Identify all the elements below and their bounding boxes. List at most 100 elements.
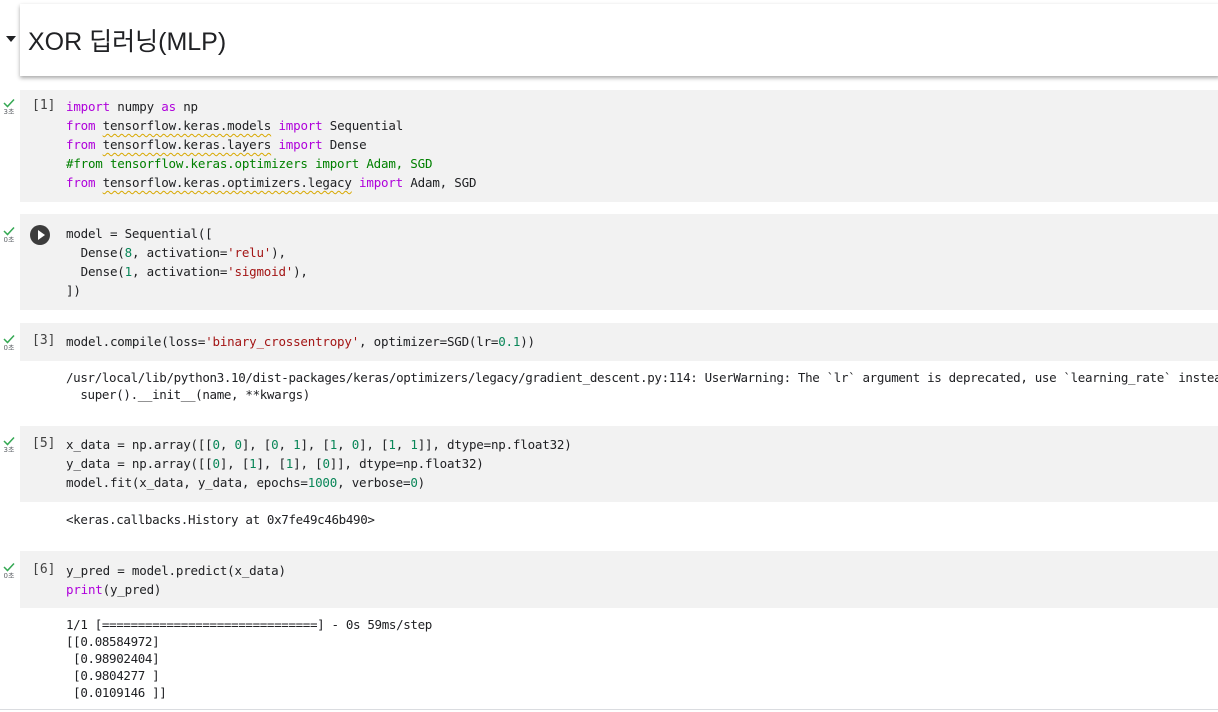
code-token: tensorflow.keras.models: [102, 118, 272, 133]
code-token: model = Sequential([: [66, 226, 213, 241]
code-token: tensorflow.keras.optimizers.legacy: [102, 175, 352, 190]
code-line: print(y_pred): [66, 580, 286, 599]
execution-time: 3초: [3, 108, 15, 116]
cell-status: 0초: [0, 226, 18, 244]
code-line: y_pred = model.predict(x_data): [66, 561, 286, 580]
code-token: model.compile(loss=: [66, 334, 206, 349]
code-token: Dense(: [66, 245, 125, 260]
cell-output: 1/1 [==============================] - 0…: [66, 617, 432, 700]
code-token: 0: [410, 475, 418, 490]
code-token: ]): [66, 283, 81, 298]
code-token: ,: [395, 437, 411, 452]
code-token: ], [: [256, 456, 286, 471]
code-token: , activation=: [131, 245, 228, 260]
execution-count: [5]: [32, 436, 56, 451]
code-token: 0: [234, 437, 243, 452]
code-token: from: [66, 175, 96, 190]
execution-time: 0초: [3, 572, 15, 580]
code-token: Dense: [322, 137, 367, 152]
code-token: np: [175, 99, 198, 114]
code-token: numpy: [109, 99, 162, 114]
code-token: ),: [271, 245, 286, 260]
code-token: import: [278, 137, 323, 152]
cell-status: 0초: [0, 562, 18, 580]
run-cell-button[interactable]: [30, 225, 50, 245]
code-line: model.fit(x_data, y_data, epochs=1000, v…: [66, 473, 572, 492]
code-line: x_data = np.array([[0, 0], [0, 1], [1, 0…: [66, 435, 572, 454]
code-token: ], [: [241, 437, 272, 452]
code-token: 1: [329, 437, 338, 452]
code-line: Dense(8, activation='relu'),: [66, 243, 308, 262]
code-token: 0.1: [498, 334, 521, 349]
code-token: 'sigmoid': [227, 264, 294, 279]
code-token: 0: [322, 456, 330, 471]
code-line: #from tensorflow.keras.optimizers import…: [66, 154, 476, 173]
code-token: Dense(: [66, 264, 125, 279]
code-token: x_data = np.array([[: [66, 437, 213, 452]
code-editor[interactable]: model.compile(loss='binary_crossentropy'…: [66, 332, 535, 351]
code-token: ]], dtype=np.float32): [329, 456, 484, 471]
code-token: ,: [219, 437, 235, 452]
check-icon: [3, 436, 15, 446]
code-line: from tensorflow.keras.layers import Dens…: [66, 135, 476, 154]
check-icon: [3, 226, 15, 236]
execution-count: [6]: [32, 562, 56, 577]
code-token: 1000: [307, 475, 338, 490]
section-header[interactable]: XOR 딥러닝(MLP): [6, 4, 1218, 76]
code-token: )): [520, 334, 535, 349]
code-token: ),: [293, 264, 308, 279]
code-token: y_data = np.array([[: [66, 456, 213, 471]
code-token: from: [66, 137, 96, 152]
code-token: ], [: [293, 456, 323, 471]
code-token: print: [66, 582, 103, 597]
code-token: ,: [337, 437, 352, 452]
code-token: 0: [351, 437, 360, 452]
code-line: model.compile(loss='binary_crossentropy'…: [66, 332, 535, 351]
code-token: y_pred = model.predict(x_data): [66, 563, 286, 578]
code-token: ], [: [300, 437, 330, 452]
check-icon: [3, 334, 15, 344]
code-token: ]], dtype=np.float32): [417, 437, 572, 452]
code-token: ], [: [219, 456, 250, 471]
cell-output: <keras.callbacks.History at 0x7fe49c46b4…: [66, 512, 375, 527]
cell-output: /usr/local/lib/python3.10/dist-packages/…: [66, 370, 1218, 402]
code-token: from: [66, 118, 96, 133]
collapse-toggle-icon[interactable]: [6, 36, 16, 42]
code-token: ], [: [359, 437, 389, 452]
code-line: import numpy as np: [66, 97, 476, 116]
code-token: (y_pred): [102, 582, 162, 597]
code-line: y_data = np.array([[0], [1], [1], [0]], …: [66, 454, 572, 473]
code-line: from tensorflow.keras.models import Sequ…: [66, 116, 476, 135]
code-token: import: [359, 175, 404, 190]
code-token: #from tensorflow.keras.optimizers import…: [66, 156, 433, 171]
execution-count: [1]: [32, 98, 56, 113]
code-editor[interactable]: x_data = np.array([[0, 0], [0, 1], [1, 0…: [66, 435, 572, 492]
code-line: ]): [66, 281, 308, 300]
code-line: from tensorflow.keras.optimizers.legacy …: [66, 173, 476, 192]
code-token: 0: [212, 456, 221, 471]
code-editor[interactable]: y_pred = model.predict(x_data) print(y_pr…: [66, 561, 286, 599]
code-token: import: [278, 118, 323, 133]
code-token: import: [66, 99, 110, 114]
code-token: Adam, SGD: [403, 175, 477, 190]
code-token: , verbose=: [337, 475, 411, 490]
execution-time: 3초: [3, 446, 15, 454]
code-line: Dense(1, activation='sigmoid'),: [66, 262, 308, 281]
code-token: tensorflow.keras.layers: [102, 137, 272, 152]
code-token: ): [417, 475, 426, 490]
code-token: ,: [278, 437, 294, 452]
execution-time: 0초: [3, 344, 15, 352]
cell-status: 3초: [0, 436, 18, 454]
code-token: 'binary_crossentropy': [205, 334, 360, 349]
code-editor[interactable]: import numpy as np from tensorflow.keras.…: [66, 97, 476, 192]
code-editor[interactable]: model = Sequential([ Dense(8, activation…: [66, 224, 308, 300]
code-token: , activation=: [131, 264, 228, 279]
check-icon: [3, 562, 15, 572]
code-token: 8: [124, 245, 133, 260]
code-token: 1: [124, 264, 133, 279]
code-token: as: [161, 99, 176, 114]
cell-status: 3초: [0, 98, 18, 116]
